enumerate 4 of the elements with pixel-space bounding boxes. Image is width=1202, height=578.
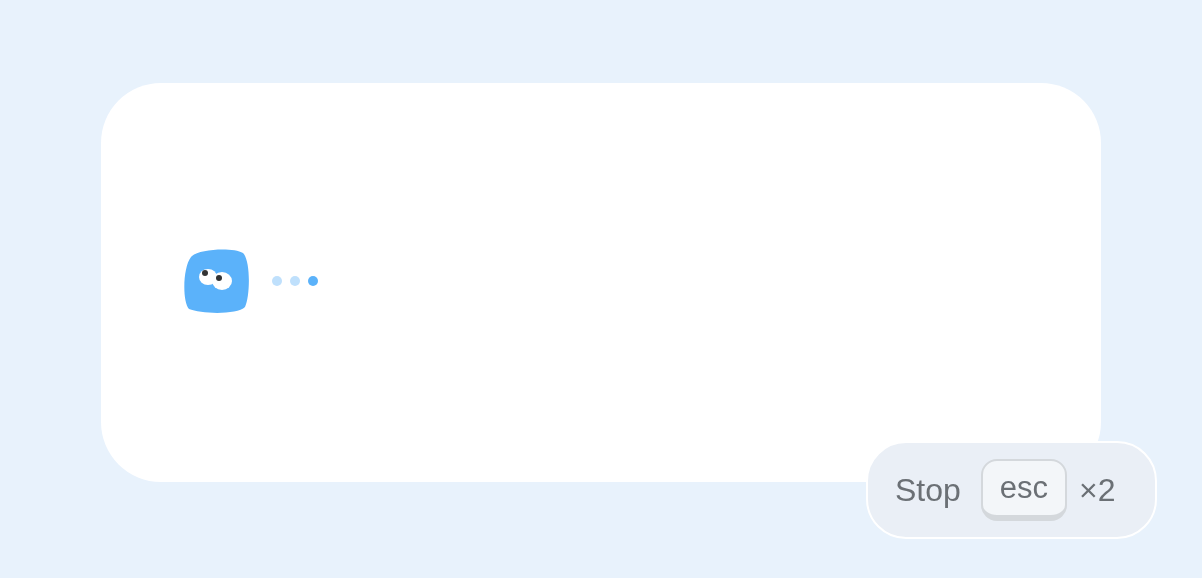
esc-key[interactable]: esc [980,459,1068,521]
stop-label: Stop [895,471,961,510]
googly-eyes-avatar-icon [183,247,250,314]
repeat-count: ×2 [1079,471,1116,510]
